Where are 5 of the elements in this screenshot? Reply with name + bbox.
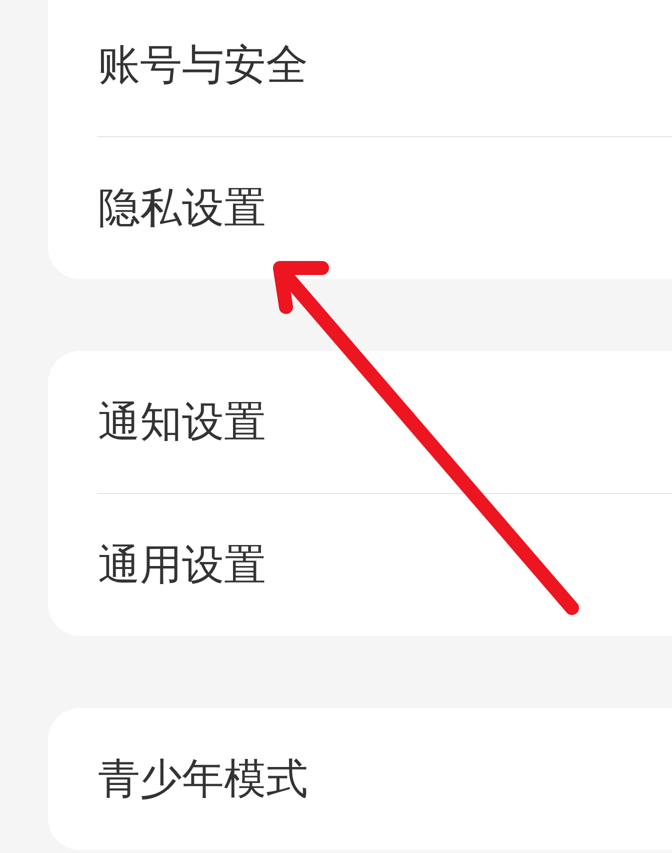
settings-item[interactable]: 青少年模式	[98, 751, 308, 807]
settings-item[interactable]: 账号与安全	[98, 37, 308, 93]
settings-item[interactable]: 隐私设置	[98, 180, 266, 236]
settings-item[interactable]: 通知设置	[98, 394, 266, 450]
settings-item[interactable]: 通用设置	[98, 537, 266, 593]
